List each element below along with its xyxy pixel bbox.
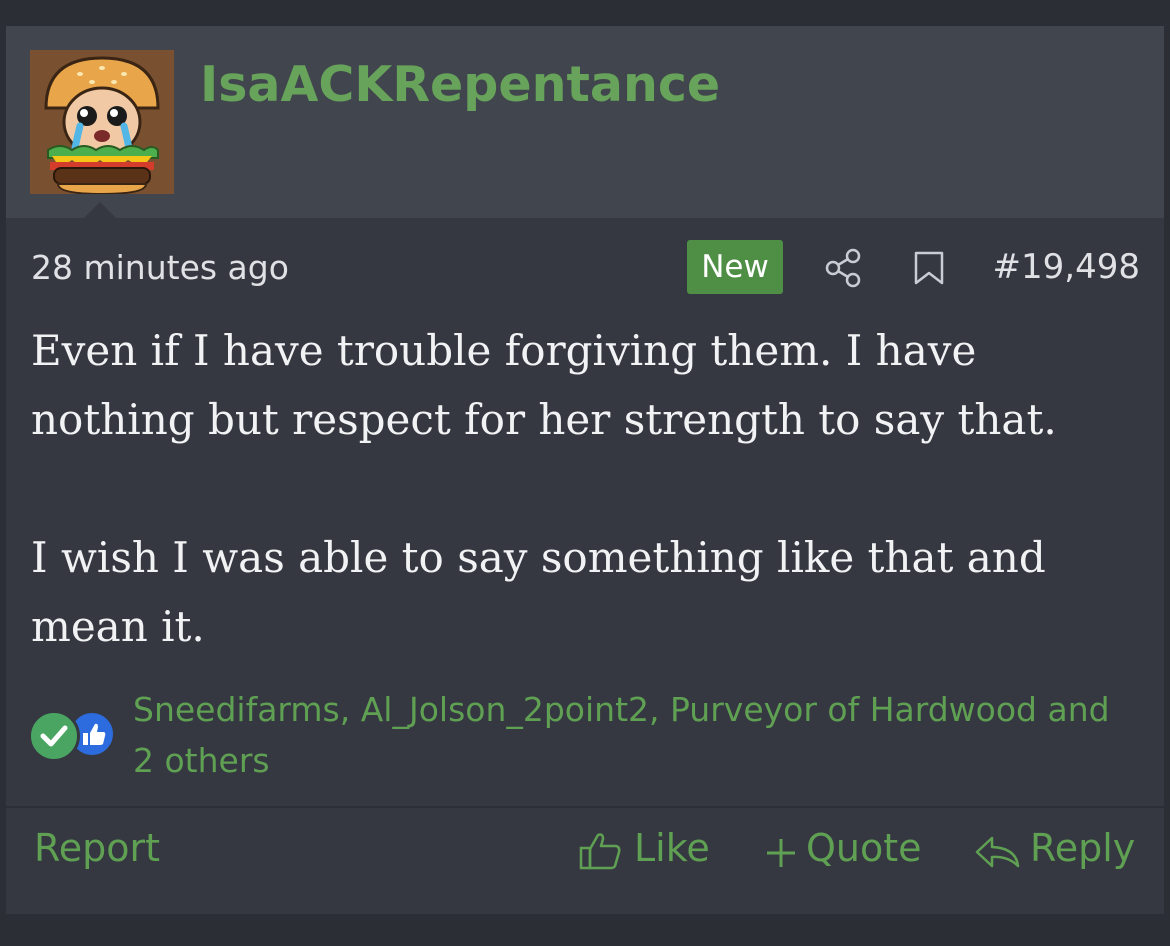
user-avatar[interactable] xyxy=(30,50,174,194)
share-icon[interactable] xyxy=(824,248,862,288)
bookmark-icon[interactable] xyxy=(912,250,946,286)
crying-burger-avatar-icon xyxy=(30,50,174,194)
reaction-users-link[interactable]: Sneedifarms, Al_Jolson_2point2, Purveyor… xyxy=(133,684,1133,786)
reply-arrow-icon xyxy=(975,836,1020,868)
thumbs-up-icon xyxy=(579,833,621,870)
plus-icon xyxy=(767,839,795,867)
post-timestamp[interactable]: 28 minutes ago xyxy=(31,248,289,287)
check-reaction-icon xyxy=(28,710,80,762)
quote-label: Quote xyxy=(806,826,922,870)
footer-divider xyxy=(6,806,1164,808)
post-body: Even if I have trouble forgiving them. I… xyxy=(31,316,1131,661)
like-button[interactable]: Like xyxy=(578,826,718,876)
like-label: Like xyxy=(634,826,710,870)
header-caret xyxy=(84,202,116,218)
post-number-link[interactable]: #19,498 xyxy=(993,247,1140,287)
post-meta-row: 28 minutes ago New #19,498 xyxy=(6,238,1164,298)
post-paragraph: I wish I was able to say something like … xyxy=(31,533,1046,651)
post-paragraph: Even if I have trouble forgiving them. I… xyxy=(31,326,1057,444)
report-button[interactable]: Report xyxy=(34,826,160,870)
username-link[interactable]: IsaACKRepentance xyxy=(200,56,720,113)
forum-post: IsaACKRepentance 28 minutes ago New #19,… xyxy=(6,26,1164,914)
post-actions-bar: Report Like Quote Reply xyxy=(6,816,1164,896)
quote-button[interactable]: Quote xyxy=(762,826,932,876)
post-user-header: IsaACKRepentance xyxy=(6,26,1164,218)
reaction-icons[interactable] xyxy=(28,710,128,762)
reply-label: Reply xyxy=(1030,826,1136,870)
reactions-bar: Sneedifarms, Al_Jolson_2point2, Purveyor… xyxy=(6,682,1164,782)
reply-button[interactable]: Reply xyxy=(974,826,1144,876)
new-badge: New xyxy=(687,240,783,294)
